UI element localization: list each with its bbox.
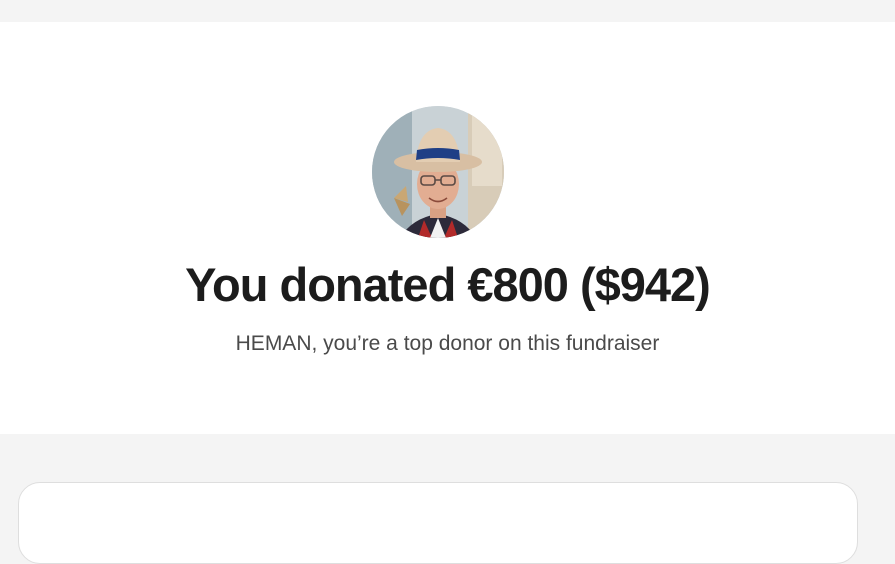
donation-confirmation-panel: You donated €800 ($942) HEMAN, you’re a … [0,22,895,434]
details-card [18,482,858,564]
avatar [372,106,504,238]
donation-amount-heading: You donated €800 ($942) [185,258,711,311]
top-divider-band [0,0,895,22]
avatar-photo [372,106,504,238]
top-donor-message: HEMAN, you’re a top donor on this fundra… [235,332,660,355]
